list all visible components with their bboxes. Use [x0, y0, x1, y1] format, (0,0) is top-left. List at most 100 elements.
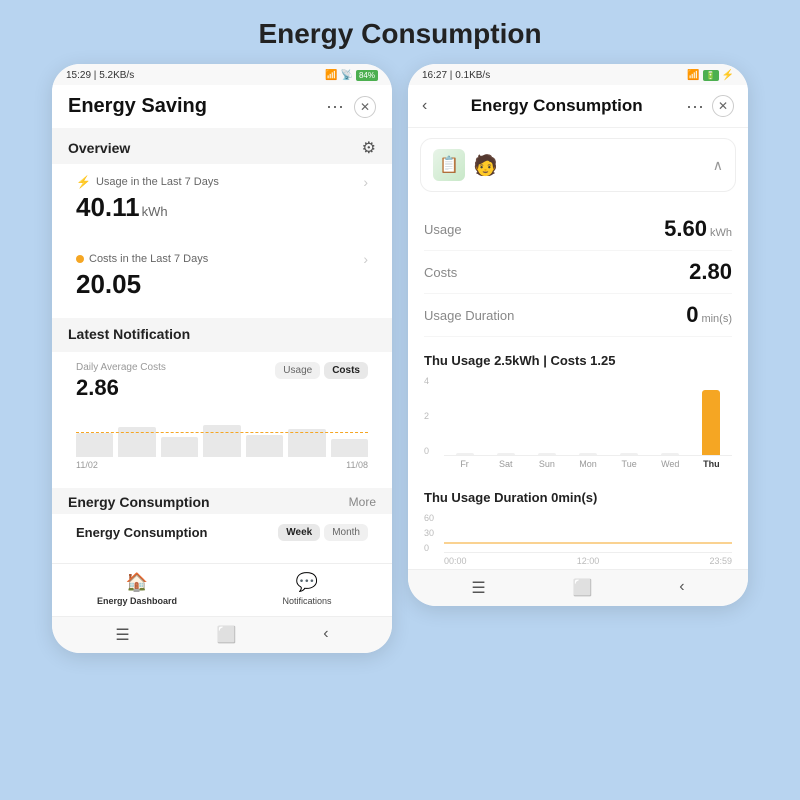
back-button-2[interactable]: ‹: [422, 97, 427, 115]
nav-dashboard-label: Energy Dashboard: [97, 596, 177, 606]
bar-wed: [650, 376, 691, 455]
phone1-header-icons: ··· ✕: [326, 96, 376, 118]
bottom-nav-1: 🏠 Energy Dashboard 💬 Notifications: [52, 563, 392, 616]
notification-sublabel: Daily Average Costs: [76, 362, 166, 373]
dashed-average-line: [76, 432, 368, 433]
energy-card: Energy Consumption Week Month: [62, 514, 382, 555]
tab-usage[interactable]: Usage: [275, 362, 320, 379]
stats-grid: Usage 5.60 kWh Costs 2.80 Usage Duration…: [408, 200, 748, 345]
system-nav-2: ☰ ⬜ ‹: [408, 569, 748, 606]
status-time-2: 16:27 | 0.1KB/s: [422, 70, 490, 81]
week-month-tabs: Week Month: [278, 524, 368, 541]
bar-mon: [567, 376, 608, 455]
bar-sun: [526, 376, 567, 455]
usage-card-value: 40.11kWh: [76, 192, 368, 223]
battery-icon-2: 🔋: [703, 70, 719, 81]
notification-section: Latest Notification: [52, 318, 392, 352]
stat-duration: Usage Duration 0 min(s): [424, 294, 732, 337]
stat-duration-label: Usage Duration: [424, 308, 514, 323]
phones-container: 15:29 | 5.2KB/s 📶 📡 84% Energy Saving ··…: [0, 64, 800, 653]
battery-icon-1: 84%: [356, 70, 378, 81]
energy-section-header: Energy Consumption More: [52, 488, 392, 514]
bar-chart-title: Thu Usage 2.5kWh | Costs 1.25: [408, 345, 748, 372]
day-label-fr: Fr: [444, 459, 485, 469]
close-button-1[interactable]: ✕: [354, 96, 376, 118]
phone-2: 16:27 | 0.1KB/s 📶 🔋 ⚡ ‹ Energy Consumpti…: [408, 64, 748, 606]
device-chevron-up[interactable]: ∧: [713, 157, 723, 174]
status-bar-1: 15:29 | 5.2KB/s 📶 📡 84%: [52, 64, 392, 85]
signal-icon-2: 📶: [687, 70, 699, 81]
nav-energy-dashboard[interactable]: 🏠 Energy Dashboard: [52, 572, 222, 606]
signal-icon-1: 📶: [325, 70, 337, 81]
costs-card-label: Costs in the Last 7 Days: [76, 253, 208, 265]
dashboard-icon: 🏠: [126, 572, 148, 593]
bar-sat: [485, 376, 526, 455]
status-time-1: 15:29 | 5.2KB/s: [66, 70, 134, 81]
status-icons-2: 📶 🔋 ⚡: [687, 70, 734, 81]
nav-notifications[interactable]: 💬 Notifications: [222, 572, 392, 606]
bar-tue: [609, 376, 650, 455]
page-title: Energy Consumption: [258, 18, 541, 50]
phone-1: 15:29 | 5.2KB/s 📶 📡 84% Energy Saving ··…: [52, 64, 392, 653]
phone2-header: ‹ Energy Consumption ··· ✕: [408, 85, 748, 128]
settings-icon[interactable]: ⚙: [362, 138, 376, 158]
device-image: 📋: [433, 149, 465, 181]
chart-dates: 11/02 11/08: [76, 460, 368, 470]
bolt-icon: ⚡: [76, 175, 91, 189]
tab-week[interactable]: Week: [278, 524, 320, 541]
home-button-2[interactable]: ⬜: [573, 578, 593, 598]
phone1-app-title: Energy Saving: [68, 95, 207, 118]
tab-costs[interactable]: Costs: [324, 362, 368, 379]
stat-costs: Costs 2.80: [424, 251, 732, 294]
day-label-tue: Tue: [609, 459, 650, 469]
duration-line-wrap: [444, 513, 732, 553]
device-icon-wrap: 📋 🧑: [433, 149, 498, 181]
home-button-1[interactable]: ⬜: [217, 625, 237, 645]
status-bar-2: 16:27 | 0.1KB/s 📶 🔋 ⚡: [408, 64, 748, 85]
notification-card: Daily Average Costs 2.86 Usage Costs: [62, 352, 382, 480]
overview-label: Overview: [68, 140, 130, 156]
menu-button-2[interactable]: ☰: [471, 578, 485, 598]
energy-section-label: Energy Consumption: [68, 494, 210, 510]
more-link[interactable]: More: [349, 495, 376, 509]
tab-month[interactable]: Month: [324, 524, 368, 541]
day-label-thu: Thu: [691, 459, 732, 469]
status-icons-1: 📶 📡 84%: [325, 70, 378, 81]
notifications-icon: 💬: [296, 572, 318, 593]
bar-fr: [444, 376, 485, 455]
stat-duration-value: 0: [686, 302, 698, 328]
duration-y-labels: 60 30 0: [424, 513, 434, 553]
notification-tabs: Usage Costs: [275, 362, 368, 379]
orange-dot-icon: [76, 255, 84, 263]
back-button-sys-2[interactable]: ‹: [679, 578, 684, 598]
duration-chart-title: Thu Usage Duration 0min(s): [408, 482, 748, 509]
costs-card: Costs in the Last 7 Days › 20.05: [62, 241, 382, 310]
dots-icon-1[interactable]: ···: [326, 96, 344, 117]
day-label-sat: Sat: [485, 459, 526, 469]
day-label-mon: Mon: [567, 459, 608, 469]
day-label-wed: Wed: [650, 459, 691, 469]
usage-card-chevron[interactable]: ›: [363, 174, 368, 190]
stat-usage: Usage 5.60 kWh: [424, 208, 732, 251]
stat-costs-value: 2.80: [689, 259, 732, 285]
stat-duration-unit: min(s): [701, 313, 732, 325]
notification-chart: 11/02 11/08: [76, 417, 368, 472]
stat-usage-value: 5.60: [664, 216, 707, 242]
notification-value: 2.86: [76, 375, 166, 401]
close-button-2[interactable]: ✕: [712, 95, 734, 117]
device-icon-person: 🧑: [473, 153, 498, 178]
costs-card-chevron[interactable]: ›: [363, 251, 368, 267]
close-icon-2: ✕: [718, 99, 728, 113]
bar-chart-y-labels: 4 2 0: [424, 376, 429, 456]
system-nav-1: ☰ ⬜ ‹: [52, 616, 392, 653]
costs-card-value: 20.05: [76, 269, 368, 300]
close-icon-1: ✕: [360, 100, 370, 114]
notification-label: Latest Notification: [68, 326, 376, 342]
stat-usage-unit: kWh: [710, 227, 732, 239]
menu-button-1[interactable]: ☰: [115, 625, 129, 645]
back-button-1[interactable]: ‹: [323, 625, 328, 645]
duration-x-labels: 00:00 12:00 23:59: [444, 556, 732, 566]
usage-card: ⚡ Usage in the Last 7 Days › 40.11kWh: [62, 164, 382, 233]
device-card: 📋 🧑 ∧: [420, 138, 736, 192]
dots-icon-2[interactable]: ···: [686, 96, 704, 117]
